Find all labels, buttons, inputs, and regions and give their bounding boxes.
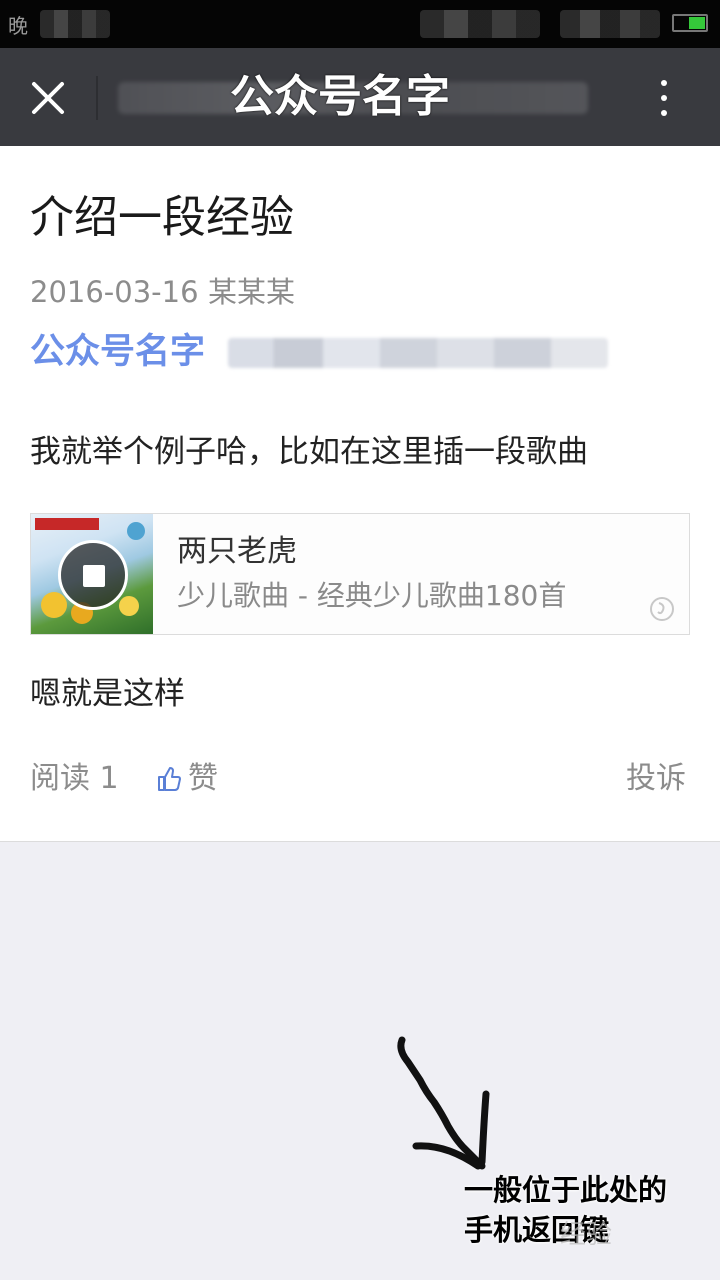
read-count: 阅读 1 (30, 761, 119, 796)
annotation-line: 一般位于此处的 (464, 1173, 668, 1207)
battery-icon (672, 14, 708, 32)
account-name-link[interactable]: 公众号名字 (30, 329, 205, 375)
title-bar: 公众号名字 (0, 48, 720, 146)
close-icon (32, 82, 64, 114)
music-logo-icon (650, 597, 674, 621)
page-title: 公众号名字 (230, 71, 450, 122)
annotation-arrow-drawing (397, 1036, 490, 1170)
status-carrier-text: 晚 (8, 14, 28, 38)
stop-button[interactable] (58, 540, 128, 610)
song-title: 两只老虎 (177, 534, 297, 569)
close-button[interactable] (22, 72, 74, 124)
music-card[interactable]: 两只老虎 少儿歌曲 - 经典少儿歌曲180首 (30, 513, 690, 635)
title-divider (96, 76, 98, 120)
account-blurred-text (228, 338, 608, 368)
status-icons-blurred (420, 10, 540, 38)
report-link[interactable]: 投诉 (626, 758, 686, 800)
article-author[interactable]: 某某某 (208, 272, 295, 312)
album-cover (31, 514, 153, 634)
stop-icon (83, 565, 105, 587)
watermark: 经验 (560, 1220, 613, 1250)
article-date: 2016-03-16 (30, 275, 199, 309)
article-title: 介绍一段经验 (30, 192, 294, 243)
more-vertical-icon (661, 80, 667, 86)
status-icons-blurred (40, 10, 110, 38)
song-subtitle: 少儿歌曲 - 经典少儿歌曲180首 (177, 579, 567, 612)
like-label: 赞 (188, 761, 218, 796)
thumbs-up-icon (158, 767, 181, 791)
more-button[interactable] (644, 76, 684, 120)
status-icons-blurred (560, 10, 660, 38)
status-bar: 晚 (0, 0, 720, 48)
article-paragraph: 嗯就是这样 (30, 676, 185, 712)
article: 介绍一段经验 2016-03-16 某某某 公众号名字 我就举个例子哈，比如在这… (0, 146, 720, 842)
article-paragraph: 我就举个例子哈，比如在这里插一段歌曲 (30, 434, 588, 470)
